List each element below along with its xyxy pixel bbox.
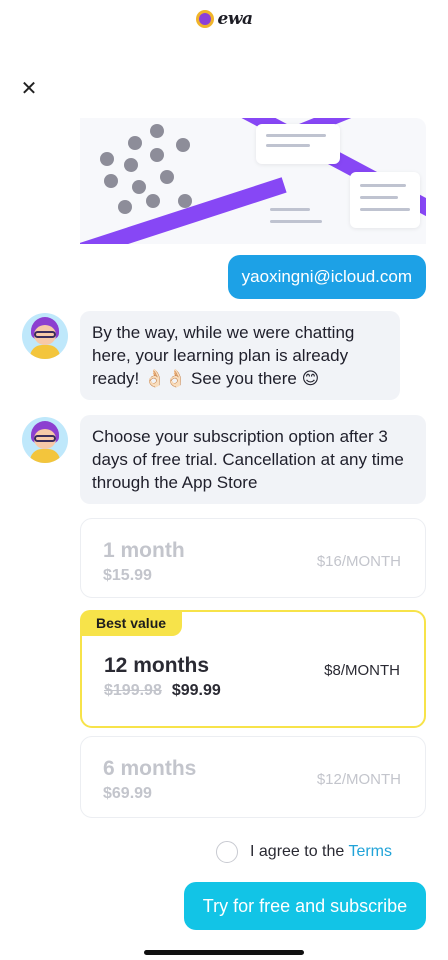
- best-value-badge: Best value: [80, 610, 183, 636]
- home-indicator[interactable]: [144, 950, 304, 955]
- plan-name: 12 months: [104, 654, 210, 677]
- ewa-logo-icon: [195, 10, 214, 28]
- plan-price: $69.99: [103, 785, 152, 802]
- bot-avatar: [22, 417, 68, 463]
- agree-radio[interactable]: [216, 841, 238, 863]
- user-message-bubble: yaoxingni@icloud.com: [227, 255, 426, 299]
- plan-price: $99.99: [171, 682, 221, 699]
- plan-option-6-months[interactable]: 6 months $69.99 $12/MONTH: [80, 736, 426, 818]
- terms-link[interactable]: Terms: [348, 843, 392, 860]
- agree-label: I agree to the: [250, 843, 345, 860]
- plan-per-month: $12/MONTH: [316, 771, 401, 788]
- bot-message-bubble: By the way, while we were chatting here,…: [80, 311, 400, 400]
- plan-per-month: $8/MONTH: [324, 662, 400, 679]
- logo-text: ewa: [217, 9, 253, 29]
- plan-per-month: $16/MONTH: [316, 553, 401, 570]
- terms-agreement: I agree to the Terms: [216, 840, 392, 864]
- plan-price: $15.99: [103, 567, 152, 584]
- bot-avatar: [22, 313, 68, 359]
- try-free-subscribe-button[interactable]: Try for free and subscribe: [184, 882, 426, 930]
- plan-old-price: $199.98: [104, 682, 162, 699]
- plan-price-row: $199.98 $99.99: [104, 682, 221, 700]
- plan-name: 6 months: [103, 757, 197, 780]
- course-preview-image: [80, 118, 426, 244]
- plan-option-12-months[interactable]: Best value 12 months $199.98 $99.99 $8/MO…: [80, 610, 426, 728]
- app-logo: ewa: [0, 8, 448, 30]
- bot-message-bubble: Choose your subscription option after 3 …: [80, 415, 426, 504]
- close-icon[interactable]: ✕: [18, 78, 40, 100]
- plan-option-1-month[interactable]: 1 month $15.99 $16/MONTH: [80, 518, 426, 598]
- plan-name: 1 month: [103, 539, 185, 562]
